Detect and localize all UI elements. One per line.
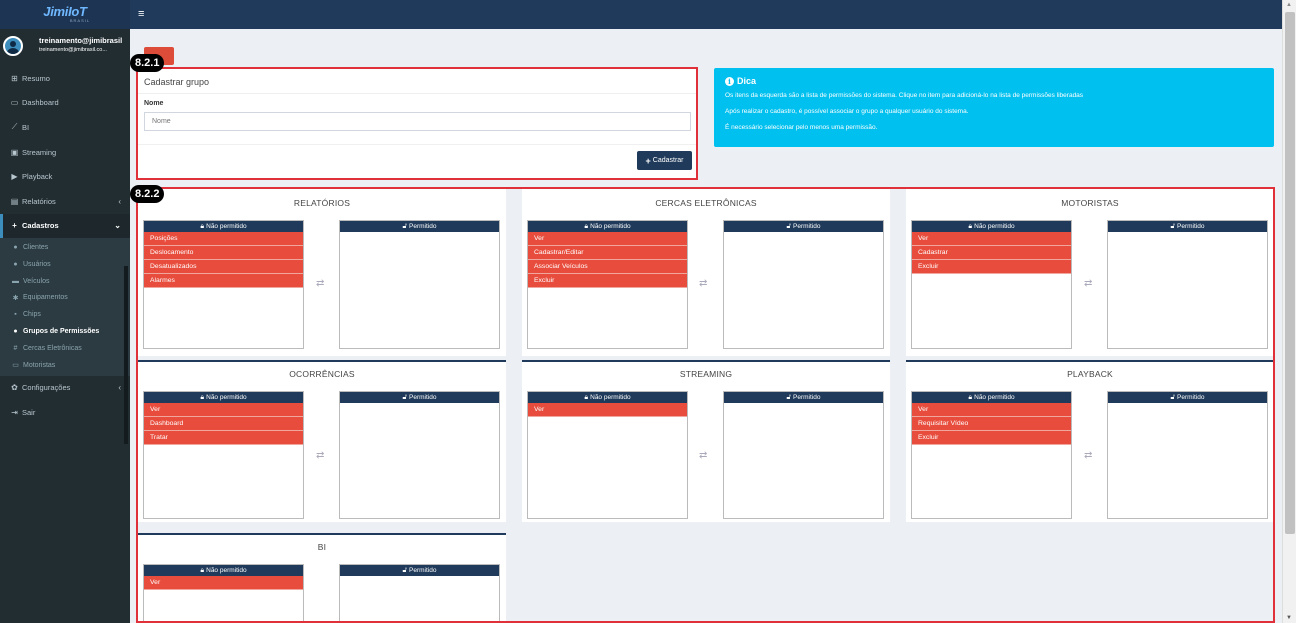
users-icon: ● xyxy=(13,260,18,268)
sidebar-item-bi[interactable]: ⟋ BI xyxy=(0,115,130,140)
sidebar-item-resumo[interactable]: ⊞ Resumo xyxy=(0,66,130,91)
submenu-item-label: Veículos xyxy=(23,277,50,285)
brand-logo[interactable]: JimiIoT BRASIL xyxy=(0,0,130,29)
sidebar-item-label: Cadastros xyxy=(22,221,59,231)
sidebar-item-configuracoes[interactable]: ✿ Configurações ‹ xyxy=(0,376,130,401)
sign-out-icon: ⇥ xyxy=(11,407,18,417)
step-badge-permissions: 8.2.2 xyxy=(130,185,165,203)
user-name: treinamento@jimibrasil xyxy=(39,36,123,45)
film-icon: ▣ xyxy=(10,147,19,157)
info-icon: i xyxy=(725,76,734,86)
submenu-item-label: Usuários xyxy=(23,260,51,268)
submenu-item-label: Grupos de Permissões xyxy=(23,328,100,336)
tip-line: Após realizar o cadastro, é possível ass… xyxy=(725,108,969,115)
page-scrollbar[interactable]: ▲ ▼ xyxy=(1282,0,1296,623)
cadastros-submenu: ● Clientes ● Usuários ▬ Veículos ✱ Equip… xyxy=(0,238,130,376)
user-icon: ● xyxy=(13,244,18,252)
scroll-thumb[interactable] xyxy=(1285,12,1295,534)
sidebar-item-playback[interactable]: ▶ Playback xyxy=(0,164,130,189)
fence-icon: # xyxy=(13,344,18,352)
submenu-item-chips[interactable]: ▪ Chips xyxy=(0,306,130,323)
sidebar-item-dashboard[interactable]: ▭ Dashboard xyxy=(0,91,130,116)
submenu-item-label: Equipamentos xyxy=(23,294,68,302)
sidebar-item-cadastros[interactable]: + Cadastros ⌄ xyxy=(0,213,130,239)
submenu-item-veiculos[interactable]: ▬ Veículos xyxy=(0,273,130,290)
gear-icon: ✿ xyxy=(11,383,18,393)
submenu-item-label: Cercas Eletrônicas xyxy=(23,344,82,352)
highlight-permissions xyxy=(136,187,1275,623)
sitemap-icon: ⊞ xyxy=(11,73,18,83)
tip-line: Os itens da esquerda são a lista de perm… xyxy=(725,92,1084,99)
tip-title: i Dica xyxy=(725,76,1263,86)
step-badge-form: 8.2.1 xyxy=(130,54,165,72)
submenu-item-motoristas[interactable]: ▭ Motoristas xyxy=(0,357,130,374)
user-email: treinamento@jimibrasil.co... xyxy=(39,47,107,53)
hamburger-icon[interactable]: ≡ xyxy=(138,8,144,20)
sim-icon: ▪ xyxy=(14,311,17,319)
car-icon: ▬ xyxy=(12,277,19,285)
avatar xyxy=(3,36,23,56)
cogs-icon: ✱ xyxy=(12,294,19,302)
sidebar-item-streaming[interactable]: ▣ Streaming xyxy=(0,140,130,165)
sidebar-item-label: Dashboard xyxy=(22,98,59,108)
logo-text: JimiIoT xyxy=(43,4,87,19)
chart-icon: ⟋ xyxy=(11,122,18,132)
sidebar-item-label: BI xyxy=(22,122,30,132)
top-navbar: JimiIoT BRASIL ≡ xyxy=(0,0,1282,29)
scroll-down-arrow-icon[interactable]: ▼ xyxy=(1286,615,1292,621)
highlight-form xyxy=(136,67,698,180)
tip-callout: i Dica Os itens da esquerda são a lista … xyxy=(714,68,1274,147)
scroll-up-arrow-icon[interactable]: ▲ xyxy=(1286,2,1292,8)
chevron-left-icon: ‹ xyxy=(118,383,121,393)
sidebar: treinamento@jimibrasil treinamento@jimib… xyxy=(0,29,130,623)
submenu-item-clientes[interactable]: ● Clientes xyxy=(0,239,130,256)
id-card-icon: ▭ xyxy=(12,362,19,370)
chevron-down-icon: ⌄ xyxy=(114,221,121,231)
submenu-item-label: Clientes xyxy=(23,244,49,252)
sidebar-item-label: Streaming xyxy=(22,147,57,157)
submenu-item-cercas[interactable]: # Cercas Eletrônicas xyxy=(0,340,130,357)
monitor-icon: ▭ xyxy=(10,98,19,108)
plus-icon: + xyxy=(12,221,17,231)
submenu-item-equipamentos[interactable]: ✱ Equipamentos xyxy=(0,290,130,307)
user-panel: treinamento@jimibrasil treinamento@jimib… xyxy=(0,29,130,66)
submenu-item-grupos-permissoes[interactable]: ● Grupos de Permissões xyxy=(0,323,130,340)
submenu-item-usuarios[interactable]: ● Usuários xyxy=(0,256,130,273)
submenu-item-label: Chips xyxy=(23,311,41,319)
group-icon: ● xyxy=(13,328,18,336)
sidebar-item-label: Playback xyxy=(22,172,53,182)
submenu-item-label: Motoristas xyxy=(23,361,56,369)
sidebar-item-sair[interactable]: ⇥ Sair xyxy=(0,400,130,425)
sidebar-divider xyxy=(124,266,128,444)
sidebar-item-label: Configurações xyxy=(22,383,71,393)
tip-title-text: Dica xyxy=(737,76,757,86)
sidebar-item-label: Sair xyxy=(22,407,36,417)
tip-line: É necessário selecionar pelo menos uma p… xyxy=(725,124,878,131)
sidebar-item-relatorios[interactable]: ▤ Relatórios ‹ xyxy=(0,189,130,214)
file-icon: ▤ xyxy=(10,196,19,206)
sidebar-item-label: Relatórios xyxy=(22,196,56,206)
chevron-left-icon: ‹ xyxy=(118,196,121,206)
play-icon: ▶ xyxy=(11,172,18,182)
sidebar-item-label: Resumo xyxy=(22,73,50,83)
